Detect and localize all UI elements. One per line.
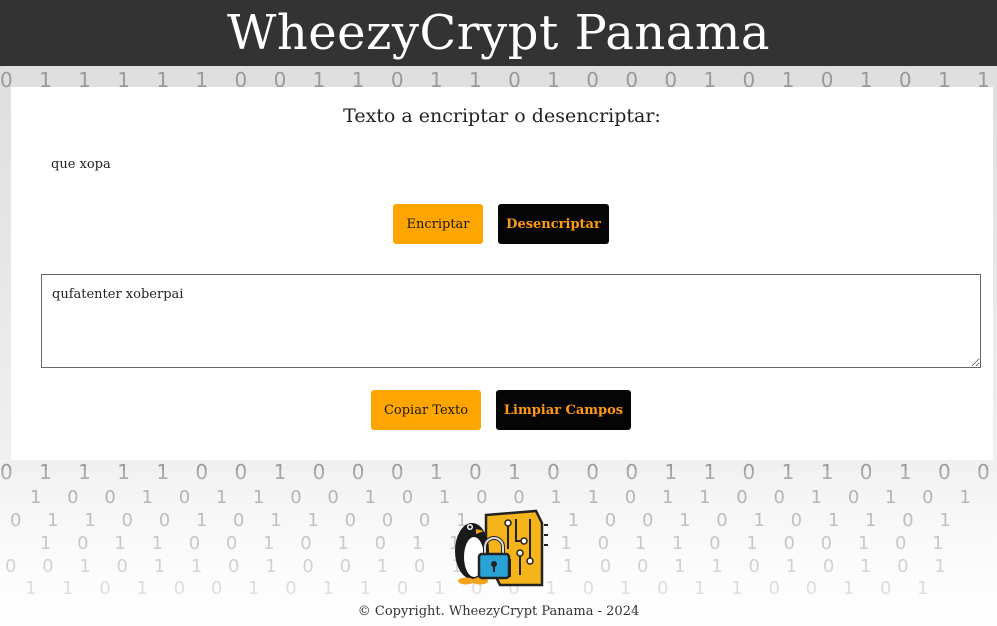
output-textarea[interactable]: qufatenter xoberpai [41, 274, 981, 368]
copyright-text: © Copyright. WheezyCrypt Panama - 2024 [357, 604, 640, 619]
decrypt-button[interactable]: Desencriptar [498, 204, 609, 244]
encrypt-button[interactable]: Encriptar [393, 204, 483, 244]
site-footer: © Copyright. WheezyCrypt Panama - 2024 [0, 604, 997, 619]
copy-text-button[interactable]: Copiar Texto [371, 390, 481, 430]
site-header: WheezyCrypt Panama [0, 0, 997, 66]
site-logo [450, 505, 550, 589]
clear-fields-button[interactable]: Limpiar Campos [496, 390, 631, 430]
input-title: Texto a encriptar o desencriptar: [343, 105, 661, 127]
site-title: WheezyCrypt Panama [227, 5, 770, 61]
input-textarea[interactable]: que xopa [41, 149, 961, 189]
encryptor-card: Texto a encriptar o desencriptar: que xo… [11, 87, 993, 460]
logo-svg [455, 509, 548, 587]
